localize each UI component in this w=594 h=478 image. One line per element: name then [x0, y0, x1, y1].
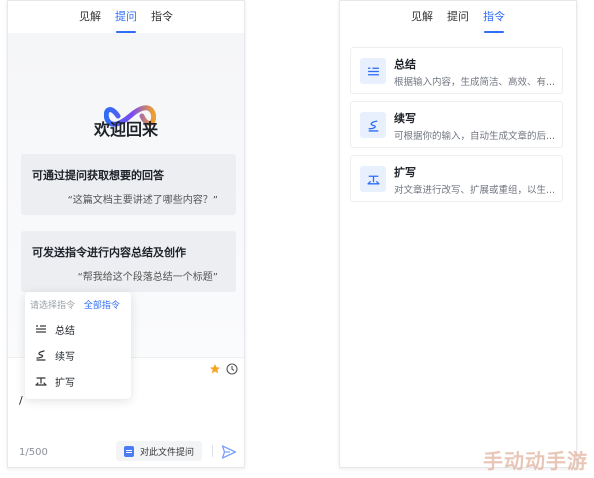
- tab-ask[interactable]: 提问: [115, 1, 137, 33]
- command-title: 总结: [394, 58, 416, 71]
- popup-item-expand[interactable]: 扩写: [35, 372, 75, 390]
- command-desc: 对文章进行改写、扩展或重组，以生...: [394, 185, 556, 196]
- tab-bar: 见解 提问 指令: [8, 1, 244, 33]
- send-icon[interactable]: [221, 444, 237, 460]
- popup-tab-all[interactable]: 全部指令: [84, 301, 120, 311]
- ask-file-label: 对此文件提问: [140, 447, 195, 458]
- tab-ask[interactable]: 提问: [447, 1, 469, 33]
- command-popup: 请选择指令 全部指令 总结 续写 扩写: [25, 292, 131, 399]
- card-title: 可通过提问获取想要的回答: [32, 169, 164, 182]
- popup-item-label: 续写: [55, 351, 75, 363]
- watermark: 手动动手游: [483, 449, 588, 473]
- tab-command[interactable]: 指令: [151, 1, 173, 33]
- command-card-expand[interactable]: 扩写 对文章进行改写、扩展或重组，以生...: [350, 155, 563, 202]
- popup-item-label: 总结: [55, 325, 75, 337]
- command-title: 扩写: [394, 166, 416, 179]
- popup-item-summary[interactable]: 总结: [35, 320, 75, 338]
- ask-panel: 见解 提问 指令 欢迎回来 可通过提问获取想要的回答 “这篇文档主要讲述了哪些内…: [7, 0, 245, 468]
- popup-item-label: 扩写: [55, 377, 75, 389]
- card-example: “这篇文档主要讲述了哪些内容？”: [67, 195, 218, 206]
- continue-write-icon: [360, 112, 386, 138]
- tab-command[interactable]: 指令: [483, 1, 505, 33]
- divider: [212, 445, 213, 457]
- command-desc: 根据输入内容，生成简洁、高效、有...: [394, 77, 556, 88]
- tab-insight[interactable]: 见解: [411, 1, 433, 33]
- ask-file-button[interactable]: 对此文件提问: [116, 441, 203, 461]
- card-example: “帮我给这个段落总结一个标题”: [77, 272, 218, 283]
- card-title: 可发送指令进行内容总结及创作: [32, 246, 186, 259]
- command-panel: 见解 提问 指令 总结 根据输入内容，生成简洁、高效、有... 续写 可根据你的…: [339, 0, 577, 468]
- char-counter: 1/500: [19, 447, 48, 458]
- ask-tip-card[interactable]: 可通过提问获取想要的回答 “这篇文档主要讲述了哪些内容？”: [21, 154, 236, 215]
- summary-icon: [36, 325, 46, 333]
- command-title: 续写: [394, 112, 416, 125]
- question-input[interactable]: /: [19, 394, 23, 407]
- command-card-summary[interactable]: 总结 根据输入内容，生成简洁、高效、有...: [350, 47, 563, 94]
- popup-tabs: 请选择指令 全部指令: [30, 298, 120, 311]
- summary-icon: [360, 58, 386, 84]
- popup-item-continue[interactable]: 续写: [35, 346, 75, 364]
- popup-tab-select[interactable]: 请选择指令: [30, 301, 75, 311]
- welcome-title: 欢迎回来: [93, 120, 158, 139]
- history-clock-icon[interactable]: [226, 363, 238, 375]
- file-icon: [124, 445, 134, 457]
- tab-insight[interactable]: 见解: [79, 1, 101, 33]
- command-desc: 可根据你的输入，自动生成文章的后...: [394, 131, 556, 142]
- command-card-continue[interactable]: 续写 可根据你的输入，自动生成文章的后...: [350, 101, 563, 148]
- continue-write-icon: [36, 350, 46, 361]
- tab-bar: 见解 提问 指令: [340, 1, 576, 33]
- command-tip-card[interactable]: 可发送指令进行内容总结及创作 “帮我给这个段落总结一个标题”: [21, 231, 236, 292]
- star-icon[interactable]: [209, 363, 221, 375]
- expand-write-icon: [360, 166, 386, 192]
- expand-write-icon: [35, 377, 47, 386]
